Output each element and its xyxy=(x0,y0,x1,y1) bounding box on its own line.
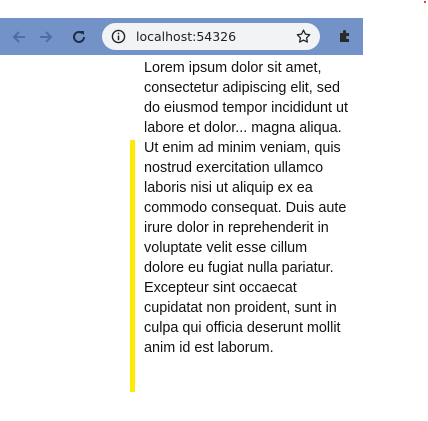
corner-mark xyxy=(424,1,426,3)
info-icon[interactable] xyxy=(111,29,126,44)
body-text: Lorem ipsum dolor sit amet, consectetur … xyxy=(144,60,348,356)
accent-bar xyxy=(130,140,135,392)
arrow-right-icon xyxy=(40,31,53,43)
puzzle-icon[interactable] xyxy=(336,27,354,45)
address-bar[interactable]: localhost:54326 xyxy=(102,23,320,50)
star-icon[interactable] xyxy=(295,28,312,45)
url-text[interactable]: localhost:54326 xyxy=(136,28,236,45)
browser-toolbar: localhost:54326 xyxy=(0,18,363,55)
reload-button[interactable] xyxy=(68,26,90,48)
reload-icon xyxy=(73,30,85,43)
arrow-left-icon xyxy=(12,31,25,43)
back-button[interactable] xyxy=(8,26,30,48)
forward-button[interactable] xyxy=(35,26,57,48)
